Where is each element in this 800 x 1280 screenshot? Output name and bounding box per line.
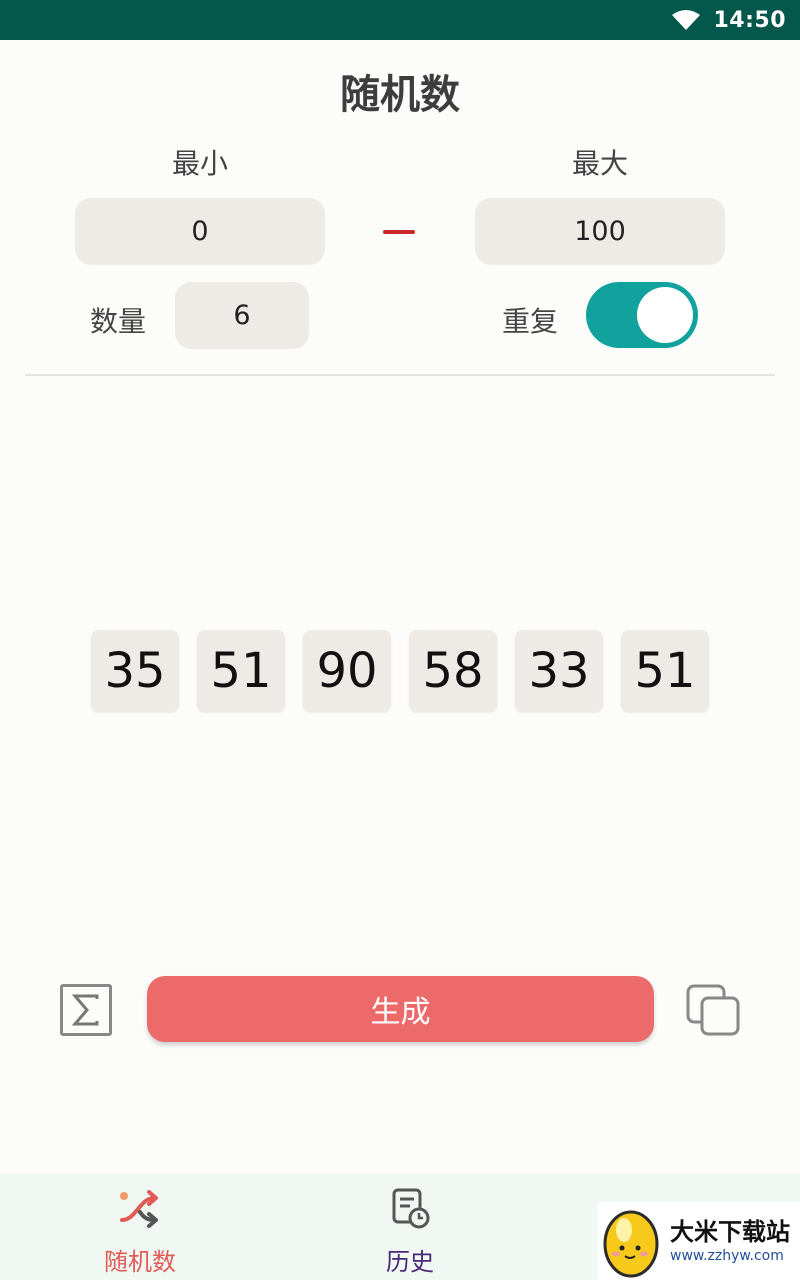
copy-button[interactable] [686, 984, 742, 1038]
wifi-icon [672, 10, 701, 30]
repeat-toggle[interactable] [586, 282, 698, 348]
min-input[interactable]: 0 [75, 198, 325, 265]
result-number: 51 [197, 630, 285, 712]
history-icon [392, 1188, 430, 1229]
range-separator [383, 230, 415, 234]
egg-mascot-icon [603, 1210, 659, 1278]
watermark-name: 大米下载站 [670, 1218, 790, 1246]
watermark-url: www.zzhyw.com [670, 1248, 784, 1264]
shuffle-icon [120, 1190, 158, 1228]
page-title: 随机数 [340, 72, 460, 118]
nav-item-history[interactable]: 历史 [320, 1174, 500, 1280]
max-label: 最大 [571, 147, 628, 180]
watermark: 大米下载站 www.zzhyw.com [598, 1202, 800, 1280]
result-number: 90 [303, 630, 391, 712]
result-number: 51 [621, 630, 709, 712]
status-time: 14:50 [713, 7, 786, 33]
results-row: 35 51 90 58 33 51 [91, 630, 709, 712]
result-number: 35 [91, 630, 179, 712]
repeat-label: 重复 [502, 305, 559, 338]
min-label: 最小 [171, 147, 228, 180]
status-bar: 14:50 [0, 0, 800, 40]
nav-label-history: 历史 [386, 1248, 434, 1276]
watermark-text: 大米下载站 www.zzhyw.com [670, 1217, 790, 1265]
nav-label-random: 随机数 [104, 1248, 176, 1276]
sum-button[interactable] [60, 984, 112, 1036]
nav-item-random[interactable]: 随机数 [50, 1174, 230, 1280]
toggle-knob [637, 287, 693, 343]
divider [25, 374, 775, 376]
copy-icon [686, 984, 740, 1036]
sigma-icon [71, 994, 99, 1026]
result-number: 58 [409, 630, 497, 712]
generate-button[interactable]: 生成 [147, 976, 654, 1042]
result-number: 33 [515, 630, 603, 712]
count-input[interactable]: 6 [175, 282, 309, 349]
max-input[interactable]: 100 [475, 198, 725, 265]
count-label: 数量 [90, 305, 147, 338]
